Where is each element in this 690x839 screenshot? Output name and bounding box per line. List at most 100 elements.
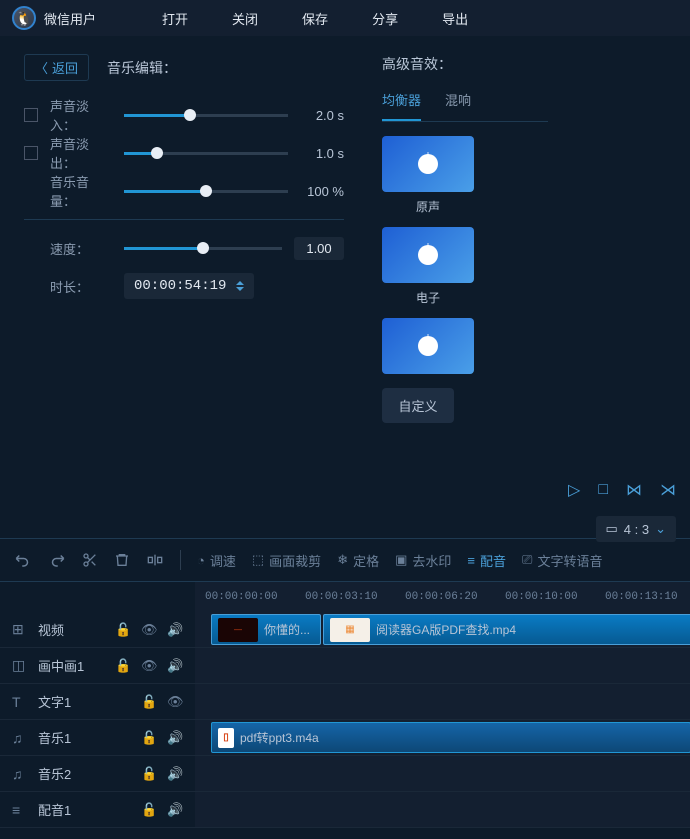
effect-electronic[interactable]: 电子 <box>382 227 474 306</box>
time-mark: 00:00:03:10 <box>305 591 378 603</box>
track-text1: T 文字1 🔓 👁 <box>0 684 690 720</box>
clip-audio-1[interactable]: ▯ pdf转ppt3.m4a <box>211 722 690 753</box>
audio-button[interactable]: ≡配音 <box>467 551 506 570</box>
fade-in-slider[interactable] <box>124 114 288 117</box>
tts-icon: ⎚ <box>522 552 532 568</box>
text-icon: T <box>12 694 28 710</box>
speed-slider[interactable] <box>124 247 282 250</box>
time-ruler[interactable]: 00:00:00:00 00:00:03:10 00:00:06:20 00:0… <box>195 582 690 612</box>
custom-button[interactable]: 自定义 <box>382 388 454 423</box>
effect-original[interactable]: 原声 <box>382 136 474 215</box>
speed-value[interactable]: 1.00 <box>294 237 344 260</box>
track-music2: ♫ 音乐2 🔓 🔊 <box>0 756 690 792</box>
lock-icon[interactable]: 🔓 <box>115 658 131 674</box>
duration-value: 00:00:54:19 <box>134 278 226 294</box>
fade-out-slider[interactable] <box>124 152 288 155</box>
fade-in-checkbox[interactable] <box>24 108 38 122</box>
speed-button[interactable]: ◔调速 <box>197 551 236 570</box>
play-icon[interactable]: ▷ <box>568 480 580 500</box>
time-mark: 00:00:00:00 <box>205 591 278 603</box>
clip-label: 阅读器GA版PDF查找.mp4 <box>376 621 516 638</box>
track-label: 文字1 <box>38 692 131 711</box>
aspect-ratio-selector[interactable]: ▭ 4 : 3 ⌄ <box>596 516 677 542</box>
prev-frame-icon[interactable]: ⋈ <box>626 480 642 500</box>
duration-input[interactable]: 00:00:54:19 <box>124 273 254 299</box>
eye-icon[interactable]: 👁 <box>141 658 157 674</box>
tab-equalizer[interactable]: 均衡器 <box>382 90 421 121</box>
fade-out-checkbox[interactable] <box>24 146 38 160</box>
lock-icon[interactable]: 🔓 <box>141 802 157 818</box>
volume-slider[interactable] <box>124 190 288 193</box>
track-label: 配音1 <box>38 800 131 819</box>
speaker-icon[interactable]: 🔊 <box>167 766 183 782</box>
advanced-effects-panel: 高级音效： 均衡器 混响 原声 电子 自定义 <box>368 36 556 538</box>
redo-button[interactable] <box>48 551 66 569</box>
track-label: 音乐1 <box>38 728 131 747</box>
track-label: 音乐2 <box>38 764 131 783</box>
music-edit-panel: 〈 返回 音乐编辑： 声音淡入： 2.0 s 声音淡出： 1.0 s 音乐音 <box>0 36 368 538</box>
effect-label: 电子 <box>382 289 474 306</box>
top-menu-bar: 🐧 微信用户 打开 关闭 保存 分享 导出 <box>0 0 690 36</box>
effects-title: 高级音效： <box>382 54 548 74</box>
stop-icon[interactable]: □ <box>598 481 608 499</box>
track-pip1: ◫ 画中画1 🔓 👁 🔊 <box>0 648 690 684</box>
tab-reverb[interactable]: 混响 <box>445 90 471 121</box>
speaker-icon[interactable]: 🔊 <box>167 658 183 674</box>
track-voice1: ≡ 配音1 🔓 🔊 <box>0 792 690 828</box>
time-mark: 00:00:13:10 <box>605 591 678 603</box>
music-icon: ♫ <box>12 766 28 782</box>
next-frame-icon[interactable]: ⋊ <box>660 480 676 500</box>
voice-icon: ≡ <box>12 802 28 818</box>
effect-label: 原声 <box>382 198 474 215</box>
lock-icon[interactable]: 🔓 <box>115 622 131 638</box>
crop-icon: ⬚ <box>252 552 264 568</box>
split-button[interactable] <box>146 552 164 568</box>
undo-button[interactable] <box>14 551 32 569</box>
speaker-icon[interactable]: 🔊 <box>167 730 183 746</box>
speaker-icon[interactable]: 🔊 <box>167 802 183 818</box>
cut-button[interactable] <box>82 552 98 568</box>
screen-icon: ▭ <box>606 521 618 537</box>
file-icon: ▯ <box>218 728 234 748</box>
menu-save[interactable]: 保存 <box>302 9 328 28</box>
menu-export[interactable]: 导出 <box>442 9 468 28</box>
lock-icon[interactable]: 🔓 <box>141 766 157 782</box>
back-button[interactable]: 〈 返回 <box>24 54 89 81</box>
eye-icon[interactable]: 👁 <box>141 622 157 638</box>
lock-icon[interactable]: 🔓 <box>141 730 157 746</box>
aspect-value: 4 : 3 <box>624 522 649 537</box>
volume-value: 100 % <box>300 184 344 199</box>
watermark-button[interactable]: ▣去水印 <box>395 551 451 570</box>
edit-toolbar: ◔调速 ⬚画面裁剪 ❄定格 ▣去水印 ≡配音 ⎚文字转语音 <box>0 538 690 582</box>
avatar[interactable]: 🐧 <box>12 6 36 30</box>
freeze-icon: ❄ <box>337 552 348 568</box>
timeline: 00:00:00:00 00:00:03:10 00:00:06:20 00:0… <box>0 582 690 828</box>
menu-open[interactable]: 打开 <box>162 9 188 28</box>
track-label: 画中画1 <box>38 656 105 675</box>
clip-label: pdf转ppt3.m4a <box>240 729 319 746</box>
music-icon: ♫ <box>12 730 28 746</box>
playback-controls: ▷ □ ⋈ ⋊ <box>568 480 676 500</box>
track-label: 视频 <box>38 620 105 639</box>
lock-icon[interactable]: 🔓 <box>141 694 157 710</box>
speaker-icon[interactable]: 🔊 <box>167 622 183 638</box>
gauge-icon: ◔ <box>197 553 205 568</box>
panel-title: 音乐编辑： <box>107 58 177 78</box>
freeze-button[interactable]: ❄定格 <box>337 551 379 570</box>
effect-item[interactable] <box>382 318 474 374</box>
fade-in-label: 声音淡入： <box>50 96 112 134</box>
time-mark: 00:00:06:20 <box>405 591 478 603</box>
tts-button[interactable]: ⎚文字转语音 <box>522 551 602 570</box>
clip-video-1[interactable]: — 你懂的... <box>211 614 321 645</box>
duration-down-icon[interactable] <box>236 287 244 291</box>
duration-up-icon[interactable] <box>236 281 244 285</box>
delete-button[interactable] <box>114 552 130 568</box>
crop-button[interactable]: ⬚画面裁剪 <box>252 551 321 570</box>
eye-icon[interactable]: 👁 <box>167 694 183 710</box>
track-video: ⊞ 视频 🔓 👁 🔊 — 你懂的... ▦ 阅读器GA版PDF查找.mp4 <box>0 612 690 648</box>
clip-video-2[interactable]: ▦ 阅读器GA版PDF查找.mp4 <box>323 614 690 645</box>
film-icon: ⊞ <box>12 621 28 638</box>
menu-close[interactable]: 关闭 <box>232 9 258 28</box>
menu-share[interactable]: 分享 <box>372 9 398 28</box>
duration-label: 时长： <box>50 277 112 296</box>
